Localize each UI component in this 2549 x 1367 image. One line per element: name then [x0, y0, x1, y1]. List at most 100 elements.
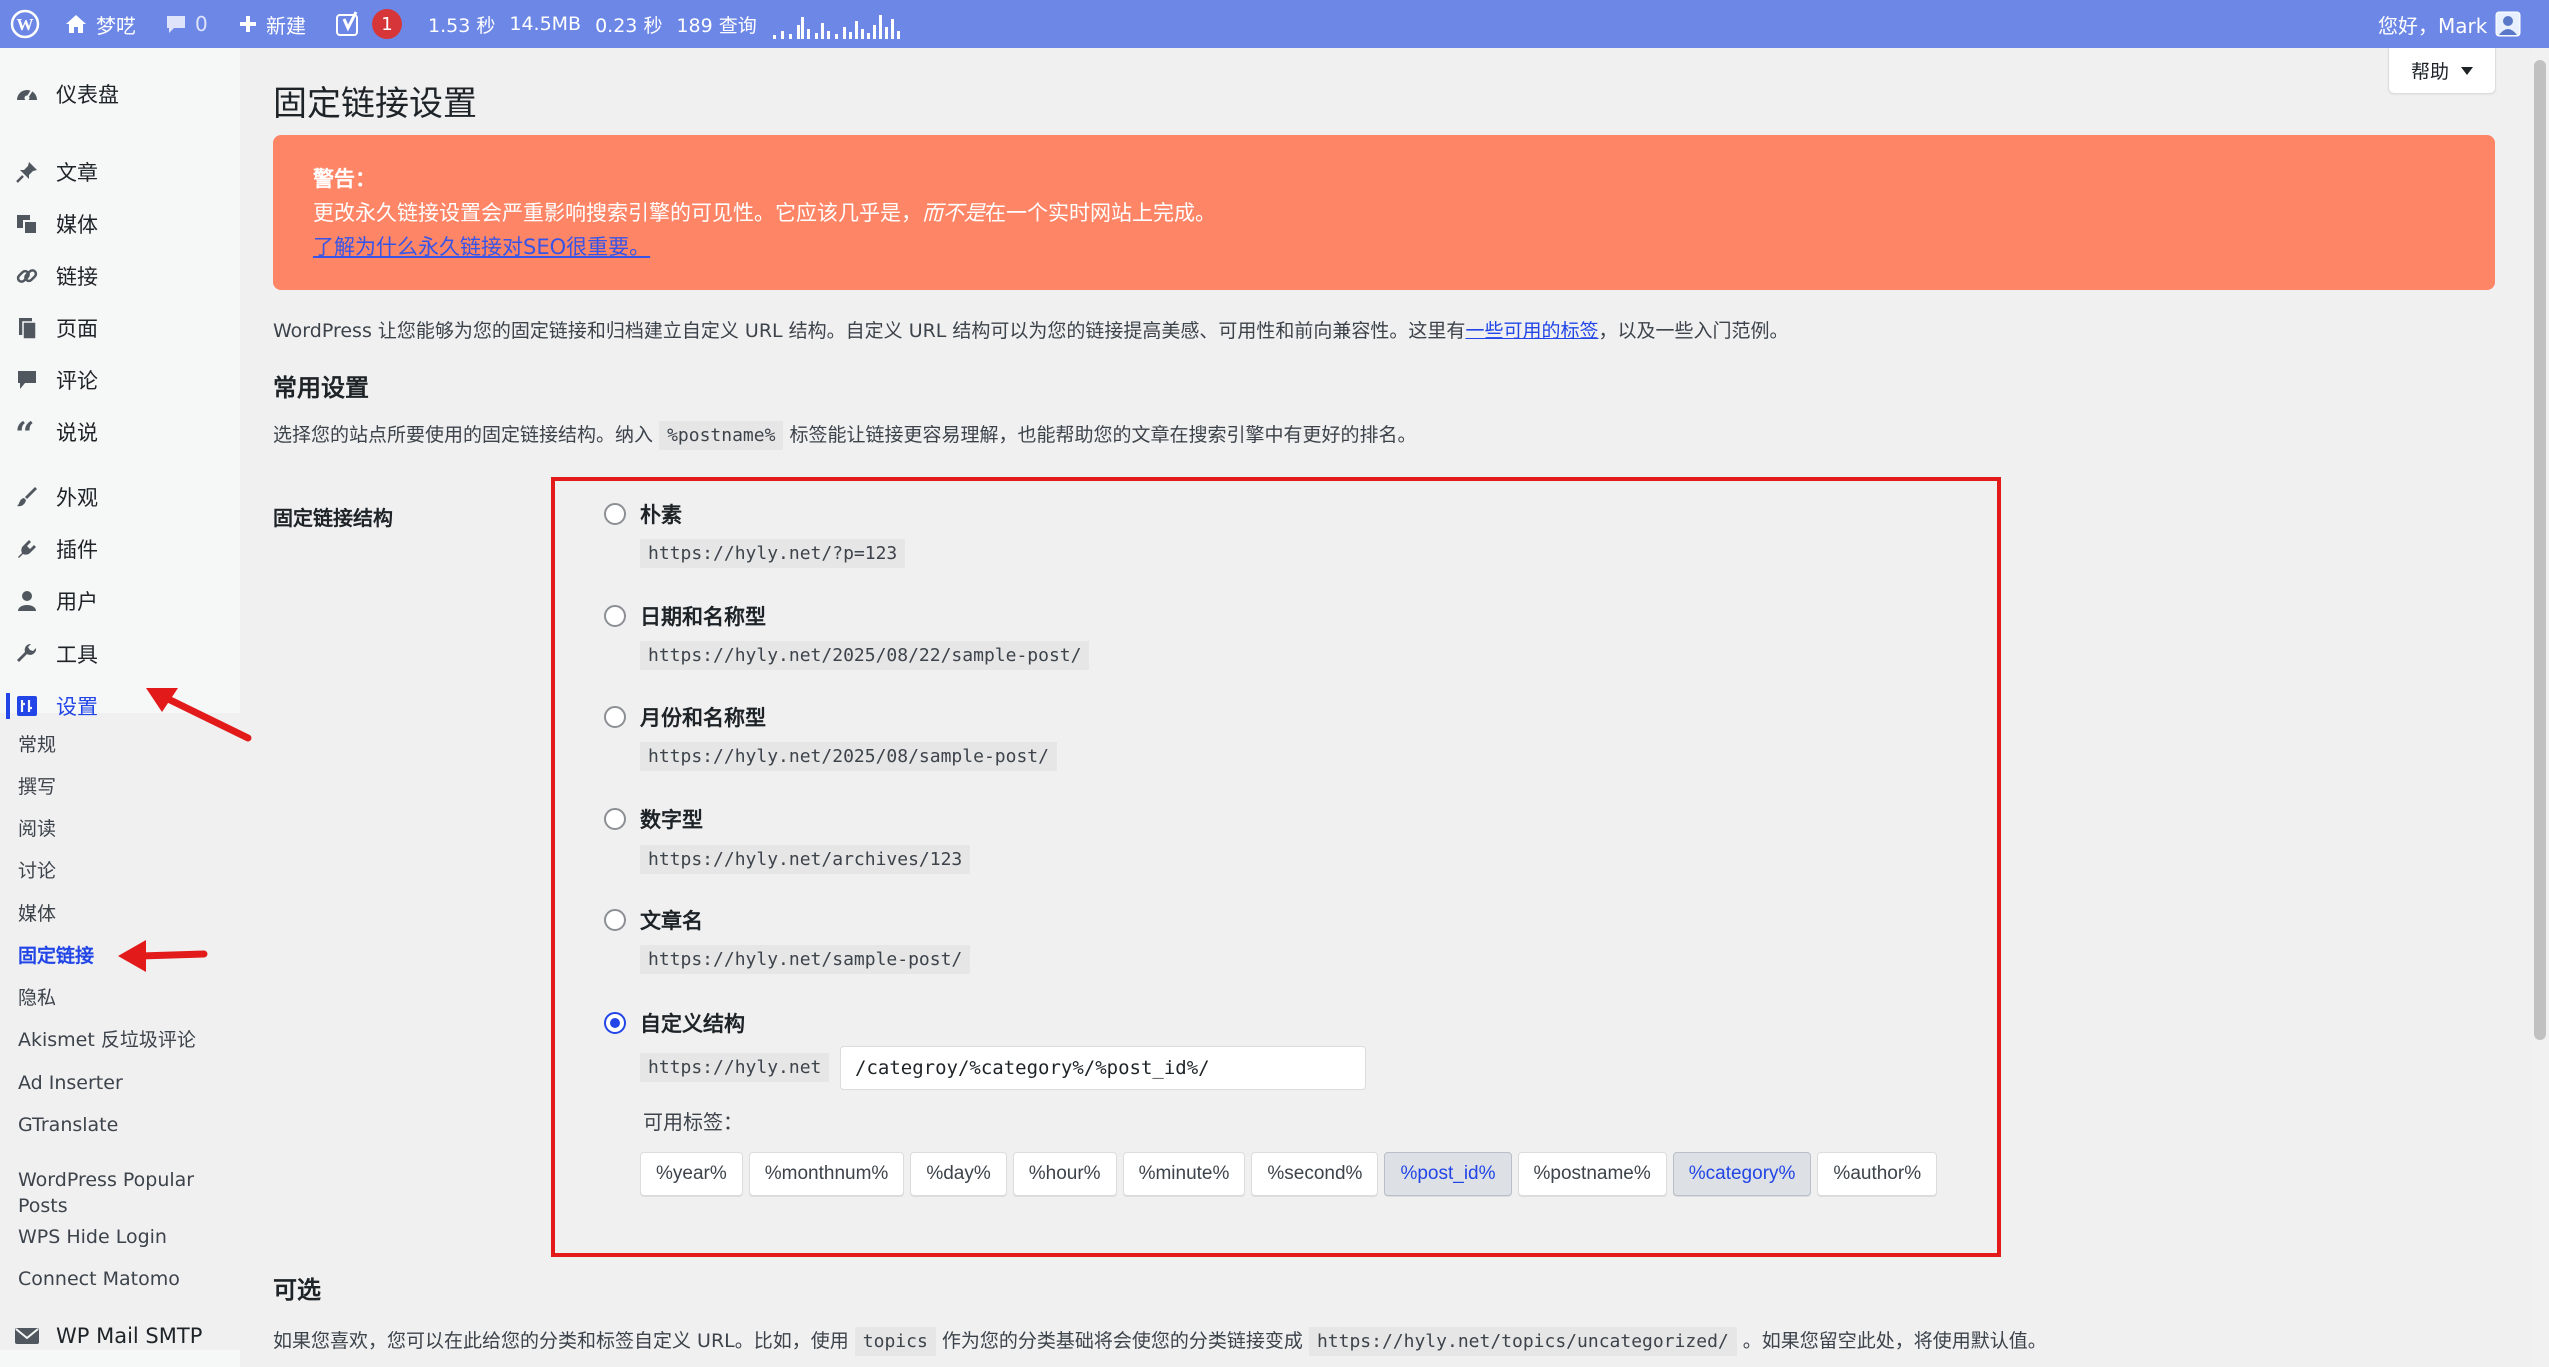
page-icon: [12, 313, 42, 343]
permalink-option-radio[interactable]: [604, 1012, 626, 1034]
comment-icon: [12, 365, 42, 395]
settings-submenu-item[interactable]: 隐私: [18, 985, 228, 1011]
available-tag-button[interactable]: %hour%: [1012, 1152, 1117, 1196]
annotation-arrow-permalinks: [118, 940, 208, 972]
mail-icon: [12, 1321, 42, 1351]
sidebar-item-wp-mail-smtp[interactable]: WP Mail SMTP: [0, 1313, 240, 1359]
settings-icon: [12, 691, 42, 721]
comment-icon: [167, 16, 185, 33]
permalink-option-radio[interactable]: [604, 503, 626, 525]
available-tag-button[interactable]: %postname%: [1517, 1152, 1667, 1196]
comments-link[interactable]: 0: [165, 0, 208, 48]
svg-text:W: W: [17, 15, 34, 34]
permalink-example-code: https://hyly.net/2025/08/sample-post/: [640, 742, 1057, 771]
sidebar-item-plugin[interactable]: 插件: [0, 526, 240, 572]
home-icon: [66, 15, 86, 33]
sidebar-item-label: 插件: [56, 538, 98, 562]
page-time: 1.53 秒: [428, 14, 496, 37]
settings-submenu-item[interactable]: 阅读: [18, 816, 228, 842]
brush-icon: [12, 482, 42, 512]
permalink-option-label[interactable]: 自定义结构: [640, 1008, 745, 1038]
site-name: 梦呓: [96, 13, 136, 38]
sidebar-item-label: 页面: [56, 317, 98, 341]
link-icon: [12, 261, 42, 291]
available-tag-button[interactable]: %monthnum%: [748, 1152, 905, 1196]
sidebar-item-pin[interactable]: 文章: [0, 149, 240, 195]
help-button[interactable]: 帮助: [2388, 48, 2496, 94]
scrollbar-thumb[interactable]: [2534, 60, 2546, 1040]
settings-submenu-item[interactable]: Ad Inserter: [18, 1070, 228, 1096]
query-count: 189 查询: [676, 14, 757, 37]
warning-notice: 警告： 更改永久链接设置会严重影响搜索引擎的可见性。它应该几乎是，而不是在一个实…: [273, 135, 2495, 290]
wordpress-logo-icon[interactable]: W: [10, 0, 40, 48]
sidebar-item-comment[interactable]: 评论: [0, 357, 240, 403]
sidebar-item-label: 媒体: [56, 213, 98, 237]
example-category-url-code: https://hyly.net/topics/uncategorized/: [1308, 1327, 1737, 1356]
permalink-option-label[interactable]: 数字型: [640, 804, 703, 834]
warning-text: 更改永久链接设置会严重影响搜索引擎的可见性。它应该几乎是，而不是在一个实时网站上…: [313, 201, 1216, 225]
settings-submenu-item[interactable]: GTranslate: [18, 1112, 228, 1138]
site-name-link[interactable]: 梦呓: [64, 0, 136, 48]
new-content-link[interactable]: 新建: [238, 0, 306, 48]
greeting: 您好，Mark: [2378, 13, 2488, 38]
query-time: 0.23 秒: [595, 14, 663, 37]
available-tag-button[interactable]: %year%: [640, 1152, 743, 1196]
warning-emphasis: 而不是: [922, 201, 985, 225]
sidebar-item-link[interactable]: 链接: [0, 253, 240, 299]
user-icon: [12, 586, 42, 616]
available-tag-button[interactable]: %second%: [1251, 1152, 1379, 1196]
sidebar-item-brush[interactable]: 外观: [0, 474, 240, 520]
comments-count: 0: [195, 12, 208, 36]
permalink-option-label[interactable]: 朴素: [640, 499, 682, 529]
permalink-option-radio[interactable]: [604, 909, 626, 931]
permalink-option-label[interactable]: 文章名: [640, 905, 703, 935]
permalink-option-radio[interactable]: [604, 808, 626, 830]
custom-structure-input[interactable]: [840, 1046, 1366, 1090]
seo-importance-link[interactable]: 了解为什么永久链接对SEO很重要。: [313, 231, 650, 261]
caret-down-icon: [2461, 66, 2473, 75]
sidebar-item-page[interactable]: 页面: [0, 305, 240, 351]
query-monitor-stats[interactable]: 1.53 秒 14.5MB 0.23 秒 189 查询: [428, 0, 921, 48]
permalink-example-code: https://hyly.net/?p=123: [640, 539, 906, 568]
wrench-icon: [12, 639, 42, 669]
permalink-option-label[interactable]: 月份和名称型: [640, 702, 766, 732]
custom-base-url: https://hyly.net: [640, 1053, 830, 1082]
sidebar-item-media[interactable]: 媒体: [0, 201, 240, 247]
sidebar-item-label: 用户: [56, 590, 98, 614]
permalink-example-code: https://hyly.net/sample-post/: [640, 945, 971, 974]
seo-plugin-menu[interactable]: 1: [336, 0, 402, 48]
permalink-example-code: https://hyly.net/archives/123: [640, 845, 971, 874]
admin-bar: W 梦呓 0 新建 1 1.53 秒 14.5MB 0.23 秒 189 查询: [0, 0, 2549, 48]
sidebar-item-quote[interactable]: “ 说说: [0, 409, 240, 455]
settings-submenu-item[interactable]: WPS Hide Login: [18, 1224, 228, 1250]
sidebar-item-wrench[interactable]: 工具: [0, 631, 240, 677]
sidebar-item-dashboard[interactable]: 仪表盘: [0, 71, 240, 117]
sidebar-item-user[interactable]: 用户: [0, 578, 240, 624]
settings-submenu-item[interactable]: Akismet 反垃圾评论: [18, 1027, 228, 1053]
available-tags-label: 可用标签：: [643, 1110, 743, 1134]
optional-heading: 可选: [273, 1276, 321, 1304]
available-tag-button[interactable]: %category%: [1672, 1152, 1812, 1196]
common-settings-heading: 常用设置: [273, 374, 369, 402]
settings-submenu-item[interactable]: WordPress Popular Posts: [18, 1167, 228, 1219]
settings-submenu-item[interactable]: 讨论: [18, 858, 228, 884]
sidebar-item-label: 说说: [56, 421, 98, 445]
my-account-menu[interactable]: 您好，Mark: [2378, 0, 2521, 48]
available-tags-link[interactable]: 一些可用的标签: [1465, 320, 1598, 342]
sidebar-item-label: WP Mail SMTP: [56, 1324, 203, 1348]
available-tag-button[interactable]: %post_id%: [1384, 1152, 1512, 1196]
available-tags-list: %year% %monthnum% %day% %hour% %minute% %seco…: [640, 1152, 1938, 1196]
available-tag-button[interactable]: %minute%: [1122, 1152, 1246, 1196]
permalink-option-radio[interactable]: [604, 706, 626, 728]
settings-submenu-item[interactable]: 撰写: [18, 774, 228, 800]
available-tag-button[interactable]: %day%: [910, 1152, 1007, 1196]
plus-icon: [240, 16, 256, 32]
permalink-option-label[interactable]: 日期和名称型: [640, 601, 766, 631]
warning-title: 警告：: [313, 167, 376, 191]
settings-submenu-item[interactable]: Connect Matomo: [18, 1266, 228, 1292]
settings-submenu-item[interactable]: 媒体: [18, 901, 228, 927]
available-tag-button[interactable]: %author%: [1817, 1152, 1938, 1196]
permalink-option-radio[interactable]: [604, 605, 626, 627]
postname-code: %postname%: [659, 421, 784, 450]
permalink-example-code: https://hyly.net/2025/08/22/sample-post/: [640, 641, 1090, 670]
